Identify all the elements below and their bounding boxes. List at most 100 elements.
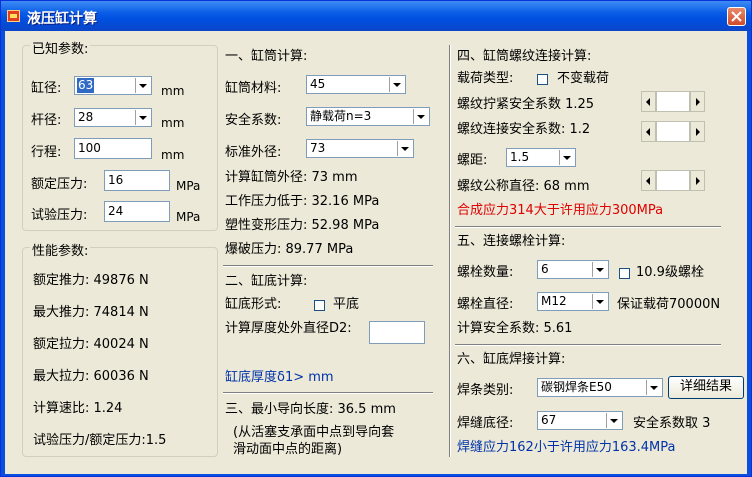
known-params-label: 已知参数: (30, 38, 91, 57)
divider (455, 344, 721, 346)
grade-10-9-checkbox[interactable] (619, 268, 630, 279)
title-bar[interactable]: 液压缸计算 (1, 1, 751, 31)
divider (455, 226, 721, 228)
bottom-heading: 二、缸底计算: (225, 274, 308, 289)
chevron-right-icon[interactable] (690, 91, 705, 112)
weld-safety: 安全系数取 3 (633, 416, 711, 431)
chevron-right-icon[interactable] (690, 121, 705, 142)
variable-load-checkbox[interactable] (537, 74, 548, 85)
test-pressure-label: 试验压力: (31, 208, 88, 223)
electrode-combo[interactable]: 碳钢焊条E50 (537, 378, 663, 397)
chevron-down-icon[interactable] (135, 78, 150, 93)
std-od-label: 标准外径: (225, 145, 282, 160)
pitch-combo[interactable]: 1.5 (506, 148, 576, 167)
electrode-value: 碳钢焊条E50 (541, 380, 612, 394)
app-window: 液压缸计算 已知参数: 缸径: 63 mm 杆径: 28 mm 行程: 100 … (0, 0, 752, 477)
bolt-safety: 计算安全系数: 5.61 (457, 321, 573, 336)
chevron-left-icon[interactable] (641, 91, 656, 112)
nominal-diameter: 螺纹公称直径: 68 mm (457, 179, 590, 194)
stroke-input[interactable]: 100 (74, 138, 152, 159)
grade-10-9-label: 10.9级螺栓 (636, 265, 704, 280)
electrode-label: 焊条类别: (457, 383, 514, 398)
bottom-thickness: 缸底厚度δ1> mm (225, 370, 334, 385)
stroke-unit: mm (161, 148, 185, 162)
safety-value: 静载荷n=3 (310, 109, 372, 123)
burst-pressure: 爆破压力: 89.77 MPa (225, 242, 354, 257)
chevron-left-icon[interactable] (641, 121, 656, 142)
stroke-value: 100 (78, 141, 101, 155)
bolt-count-combo[interactable]: 6 (537, 260, 609, 279)
chevron-left-icon[interactable] (641, 170, 656, 191)
rod-unit: mm (161, 116, 185, 130)
proof-load: 保证载荷70000N (617, 297, 721, 312)
calc-od: 计算缸筒外径: 73 mm (225, 170, 358, 185)
divider (223, 392, 433, 394)
chevron-down-icon[interactable] (135, 110, 150, 125)
material-combo[interactable]: 45 (306, 75, 406, 94)
bolt-count-label: 螺栓数量: (457, 265, 514, 280)
thread-stress-warning: 合成应力314大于许用应力300MPa (457, 203, 664, 218)
test-pressure-unit: MPa (176, 210, 201, 224)
bore-unit: mm (161, 84, 185, 98)
chevron-down-icon[interactable] (389, 77, 404, 92)
load-type-label: 载荷类型: (457, 71, 514, 86)
close-button[interactable] (727, 7, 746, 26)
weld-stress-text: 焊缝应力162小于许用应力163.4MPa (457, 440, 676, 455)
thread-heading: 四、缸筒螺纹连接计算: (457, 49, 592, 64)
chevron-down-icon[interactable] (606, 413, 621, 428)
chevron-down-icon[interactable] (646, 380, 661, 395)
rated-thrust: 额定推力: 49876 N (33, 273, 149, 288)
column-separator (449, 45, 451, 457)
flat-bottom-checkbox[interactable] (314, 300, 325, 311)
app-icon (7, 10, 20, 22)
d2-input[interactable] (369, 321, 425, 344)
tighten-spin-value[interactable] (656, 91, 690, 112)
pitch-value: 1.5 (510, 150, 530, 164)
test-pressure-input[interactable]: 24 (104, 201, 170, 222)
chevron-down-icon[interactable] (592, 262, 607, 277)
rod-value: 28 (78, 110, 94, 124)
max-thrust: 最大推力: 74814 N (33, 305, 149, 320)
chevron-down-icon[interactable] (413, 109, 428, 124)
rated-pressure-label: 额定压力: (31, 177, 88, 192)
detail-results-button[interactable]: 详细结果 (668, 376, 744, 399)
bolt-dia-combo[interactable]: M12 (537, 292, 609, 311)
bolt-heading: 五、连接螺栓计算: (457, 234, 566, 249)
rated-pressure-unit: MPa (176, 179, 201, 193)
connect-safety: 螺纹连接安全系数: 1.2 (457, 122, 591, 137)
max-pull: 最大拉力: 60036 N (33, 369, 149, 384)
stroke-label: 行程: (31, 145, 62, 160)
cylinder-heading: 一、缸筒计算: (225, 49, 308, 64)
tighten-safety: 螺纹拧紧安全系数 1.25 (457, 97, 595, 112)
connect-spin-value[interactable] (656, 121, 690, 142)
weld-dia-label: 焊缝底径: (457, 416, 514, 431)
client-area: 已知参数: 缸径: 63 mm 杆径: 28 mm 行程: 100 mm 额定压… (5, 31, 747, 474)
material-label: 缸筒材料: (225, 81, 282, 96)
rated-pressure-value: 16 (108, 173, 124, 187)
std-od-combo[interactable]: 73 (306, 139, 414, 158)
bore-combo[interactable]: 63 (74, 76, 152, 95)
variable-load-label: 不变载荷 (557, 71, 610, 86)
std-od-value: 73 (310, 141, 326, 155)
weld-dia-value: 67 (541, 413, 557, 427)
chevron-down-icon[interactable] (559, 150, 574, 165)
rod-label: 杆径: (31, 113, 62, 128)
weld-dia-combo[interactable]: 67 (537, 411, 623, 430)
guide-heading: 三、最小导向长度: 36.5 mm (225, 402, 396, 417)
guide-note-2: 滑动面中点的距离) (233, 442, 343, 457)
safety-combo[interactable]: 静载荷n=3 (306, 107, 430, 126)
chevron-down-icon[interactable] (592, 294, 607, 309)
working-pressure: 工作压力低于: 32.16 MPa (225, 194, 380, 209)
speed-ratio: 计算速比: 1.24 (33, 401, 123, 416)
rated-pressure-input[interactable]: 16 (104, 170, 170, 191)
chevron-right-icon[interactable] (690, 170, 705, 191)
close-icon (731, 11, 742, 22)
bolt-dia-value: M12 (541, 294, 567, 308)
nominal-spin-value[interactable] (656, 170, 690, 191)
chevron-down-icon[interactable] (397, 141, 412, 156)
window-title: 液压缸计算 (27, 11, 97, 27)
flat-bottom-label: 平底 (333, 297, 360, 312)
safety-label: 安全系数: (225, 113, 282, 128)
rod-combo[interactable]: 28 (74, 108, 152, 127)
bolt-dia-label: 螺栓直径: (457, 297, 514, 312)
